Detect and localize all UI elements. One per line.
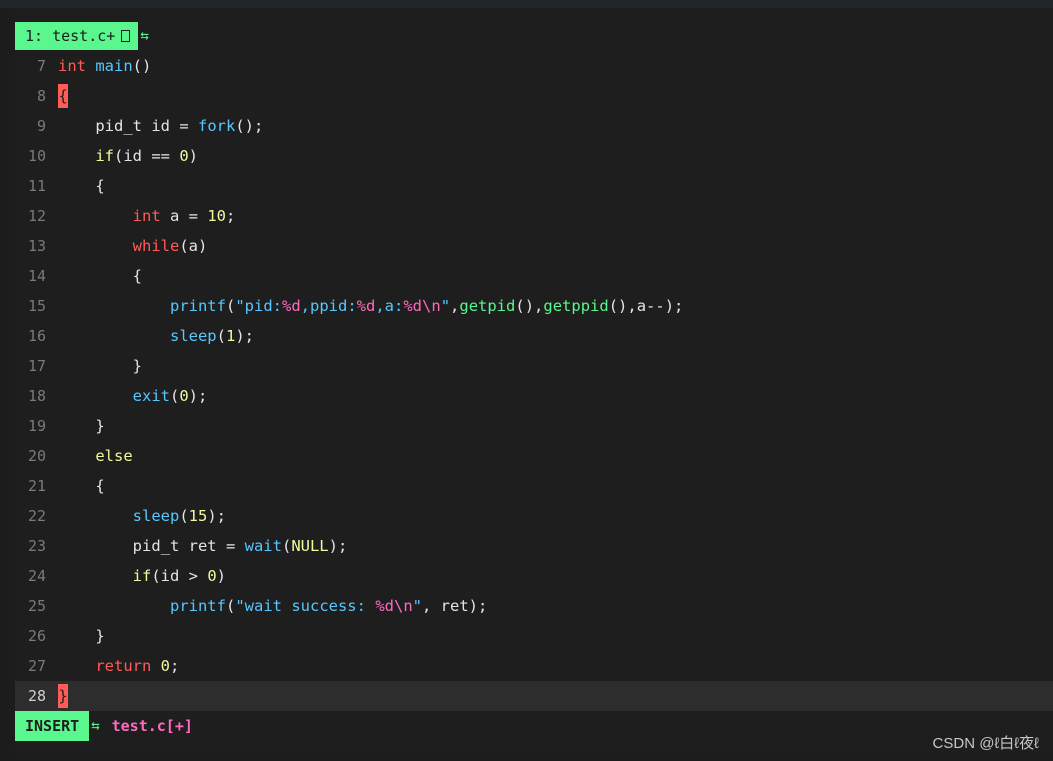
line-number: 13 (27, 237, 46, 255)
code-text[interactable]: } (58, 357, 142, 375)
line-number: 9 (36, 117, 46, 135)
code-area[interactable]: 7 int main() 8{9 pid_t id = fork(); 10 if(i… (15, 51, 1053, 711)
mode-separator: ⇆ (91, 718, 100, 734)
code-text[interactable]: while(a) (58, 237, 208, 255)
statusline: INSERT ⇆ test.c[+] (15, 711, 1053, 741)
tab-test-c[interactable]: 1: test.c+ (15, 22, 139, 50)
line-number: 22 (27, 507, 46, 525)
code-text[interactable]: { (58, 477, 104, 495)
code-line-28[interactable]: 28} (15, 681, 1053, 711)
line-number: 21 (27, 477, 46, 495)
code-line-9[interactable]: 9 pid_t id = fork(); (15, 111, 1053, 141)
code-text[interactable]: if(id == 0) (58, 147, 198, 165)
code-line-25[interactable]: 25 printf("wait success: %d\n", ret); (15, 591, 1053, 621)
code-text[interactable]: { (58, 84, 68, 108)
code-line-11[interactable]: 11 { (15, 171, 1053, 201)
line-number: 20 (27, 447, 46, 465)
tabline: 1: test.c+ ⇆ (15, 22, 149, 50)
line-number: 28 (27, 687, 46, 705)
code-text[interactable]: if(id > 0) (58, 567, 226, 585)
line-number: 24 (27, 567, 46, 585)
line-number: 23 (27, 537, 46, 555)
line-number: 26 (27, 627, 46, 645)
code-line-19[interactable]: 19 } (15, 411, 1053, 441)
code-text[interactable]: pid_t ret = wait(NULL); (58, 537, 348, 555)
code-line-13[interactable]: 13 while(a) (15, 231, 1053, 261)
line-number: 10 (27, 147, 46, 165)
code-line-15[interactable]: 15 printf("pid:%d,ppid:%d,a:%d\n",getpid… (15, 291, 1053, 321)
watermark: CSDN @ℓ白ℓ夜ℓ (932, 735, 1039, 752)
code-text[interactable]: printf("pid:%d,ppid:%d,a:%d\n",getpid(),… (58, 297, 683, 315)
line-number: 25 (27, 597, 46, 615)
code-text[interactable]: } (58, 684, 68, 708)
code-line-20[interactable]: 20 else (15, 441, 1053, 471)
line-number: 7 (36, 57, 46, 75)
code-line-18[interactable]: 18 exit(0); (15, 381, 1053, 411)
mode-indicator: INSERT (15, 711, 90, 741)
code-line-12[interactable]: 12 int a = 10; (15, 201, 1053, 231)
code-line-27[interactable]: 27 return 0; (15, 651, 1053, 681)
line-number: 16 (27, 327, 46, 345)
code-text[interactable]: sleep(1); (58, 327, 254, 345)
line-number: 19 (27, 417, 46, 435)
code-line-14[interactable]: 14 { (15, 261, 1053, 291)
file-glyph-icon (121, 30, 131, 42)
line-number: 27 (27, 657, 46, 675)
code-line-8[interactable]: 8{ (15, 81, 1053, 111)
code-text[interactable]: pid_t id = fork(); (58, 117, 263, 135)
line-number: 14 (27, 267, 46, 285)
code-line-22[interactable]: 22 sleep(15); (15, 501, 1053, 531)
code-text[interactable]: int main() (58, 57, 151, 75)
code-line-16[interactable]: 16 sleep(1); (15, 321, 1053, 351)
line-number: 8 (36, 87, 46, 105)
code-text[interactable]: } (58, 417, 104, 435)
tab-label: 1: test.c+ (25, 27, 116, 45)
code-line-10[interactable]: 10 if(id == 0) (15, 141, 1053, 171)
code-line-7[interactable]: 7 int main() (15, 51, 1053, 81)
status-filename: test.c[+] (111, 717, 193, 735)
line-number: 15 (27, 297, 46, 315)
line-number: 17 (27, 357, 46, 375)
code-text[interactable]: else (58, 447, 132, 465)
code-text[interactable]: { (58, 177, 104, 195)
tab-separator: ⇆ (140, 28, 149, 44)
code-line-17[interactable]: 17 } (15, 351, 1053, 381)
code-text[interactable]: return 0; (58, 657, 179, 675)
code-text[interactable]: } (58, 627, 104, 645)
code-line-26[interactable]: 26 } (15, 621, 1053, 651)
code-line-24[interactable]: 24 if(id > 0) (15, 561, 1053, 591)
window-top-bar (0, 0, 1053, 8)
vim-editor[interactable]: 1: test.c+ ⇆ 7 int main() 8{9 pid_t id = f… (15, 8, 1053, 753)
code-text[interactable]: exit(0); (58, 387, 208, 405)
code-line-21[interactable]: 21 { (15, 471, 1053, 501)
code-text[interactable]: sleep(15); (58, 507, 226, 525)
code-line-23[interactable]: 23 pid_t ret = wait(NULL); (15, 531, 1053, 561)
line-number: 11 (27, 177, 46, 195)
code-text[interactable]: { (58, 267, 142, 285)
code-text[interactable]: int a = 10; (58, 207, 236, 225)
line-number: 12 (27, 207, 46, 225)
line-number: 18 (27, 387, 46, 405)
code-text[interactable]: printf("wait success: %d\n", ret); (58, 597, 487, 615)
